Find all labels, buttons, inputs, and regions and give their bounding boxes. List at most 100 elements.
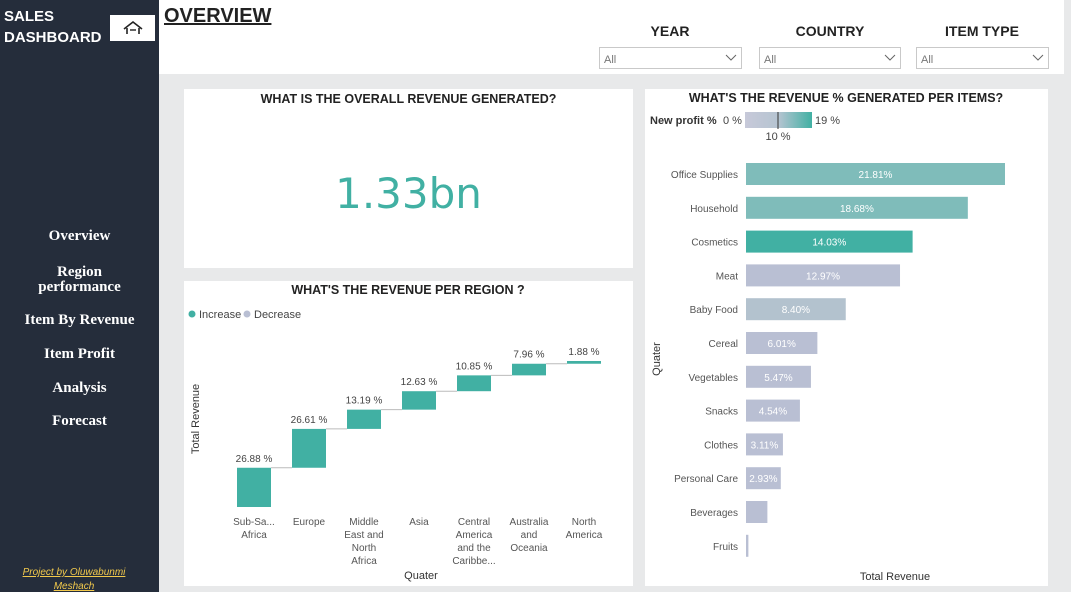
category-label: America xyxy=(566,530,603,541)
brand-line-1: SALES xyxy=(4,8,55,25)
nav-forecast[interactable]: Forecast xyxy=(0,414,159,429)
item-type-dropdown-value: All xyxy=(921,54,934,66)
gradient-legend-max: 19 % xyxy=(815,115,840,127)
category-label: Europe xyxy=(293,517,326,528)
waterfall-bar[interactable] xyxy=(237,467,271,507)
revenue-per-region-chart: WHAT'S THE REVENUE PER REGION ? Increase D… xyxy=(188,283,603,582)
category-label: Oceania xyxy=(510,543,548,554)
category-label: Cosmetics xyxy=(691,238,738,249)
category-label: Personal Care xyxy=(674,474,738,485)
gradient-legend-mid: 10 % xyxy=(765,131,790,143)
legend-swatch-decrease xyxy=(243,310,251,318)
category-label: Household xyxy=(690,204,738,215)
category-label: Office Supplies xyxy=(671,170,738,181)
nav-overview[interactable]: Overview xyxy=(0,229,159,244)
category-label: Sub-Sa... xyxy=(233,517,275,528)
category-label: Clothes xyxy=(704,440,738,451)
data-label: 26.61 % xyxy=(291,415,328,426)
credit-line-2: Meshach xyxy=(53,581,95,592)
data-label: 12.63 % xyxy=(401,377,438,388)
category-label: Africa xyxy=(241,530,267,541)
chart-title: WHAT'S THE REVENUE PER REGION ? xyxy=(291,283,524,297)
project-credit-link[interactable]: Project by Oluwabunmi Meshach xyxy=(14,566,134,592)
data-label: 4.54% xyxy=(759,407,787,418)
category-label: Caribbe... xyxy=(452,556,495,567)
nav-item-by-revenue[interactable]: Item By Revenue xyxy=(0,313,159,328)
nav-item-profit[interactable]: Item Profit xyxy=(0,347,159,362)
dashboard: SALES DASHBOARD Overview Region performa… xyxy=(0,0,1071,592)
data-label: 14.03% xyxy=(812,238,846,249)
overall-revenue-value: 1.33bn xyxy=(335,169,482,218)
category-label: Beverages xyxy=(690,508,738,519)
category-label: America xyxy=(456,530,493,541)
chevron-down-icon xyxy=(1032,54,1044,61)
nav-region-label-2: performance xyxy=(38,279,121,295)
chevron-down-icon xyxy=(884,54,896,61)
x-axis-label: Total Revenue xyxy=(860,571,930,583)
category-label: Africa xyxy=(351,556,377,567)
item-type-filter-label: ITEM TYPE xyxy=(945,23,1019,39)
revenue-per-item-card: WHAT'S THE REVENUE % GENERATED PER ITEMS… xyxy=(645,89,1048,586)
credit-line-1: Project by Oluwabunmi xyxy=(22,567,126,578)
data-label: 5.47% xyxy=(764,373,792,384)
country-dropdown[interactable]: All xyxy=(759,47,901,69)
waterfall-bar[interactable] xyxy=(512,363,546,376)
waterfall-bar[interactable] xyxy=(457,375,491,392)
gradient-legend-min: 0 % xyxy=(723,115,742,127)
item-bar[interactable] xyxy=(746,534,749,557)
data-label: 21.81% xyxy=(859,170,893,181)
category-label: Middle xyxy=(349,517,379,528)
revenue-per-item-chart: WHAT'S THE REVENUE % GENERATED PER ITEMS… xyxy=(650,91,1005,583)
category-label: North xyxy=(352,543,376,554)
legend-label: Increase xyxy=(199,309,241,321)
data-label: 7.96 % xyxy=(513,350,544,361)
waterfall-bar[interactable] xyxy=(292,428,326,468)
nav-analysis[interactable]: Analysis xyxy=(0,381,159,396)
header: OVERVIEW YEAR All COUNTRY All ITEM TYPE … xyxy=(159,0,1064,74)
waterfall-bar[interactable] xyxy=(402,391,436,410)
category-label: Meat xyxy=(716,271,738,282)
sidebar: SALES DASHBOARD Overview Region performa… xyxy=(0,0,159,592)
waterfall-bar[interactable] xyxy=(567,361,601,364)
year-dropdown-value: All xyxy=(604,54,617,66)
category-label: and the xyxy=(457,543,491,554)
country-filter-label: COUNTRY xyxy=(795,23,865,39)
nav-region-performance[interactable]: Region performance xyxy=(0,265,159,295)
item-bar[interactable] xyxy=(746,501,768,523)
nav-region-label-1: Region xyxy=(57,264,102,280)
brand-line-2: DASHBOARD xyxy=(4,29,102,46)
chevron-down-icon xyxy=(725,54,737,61)
category-label: Fruits xyxy=(713,542,738,553)
data-label: 2.93% xyxy=(749,474,777,485)
data-label: 1.88 % xyxy=(568,347,599,358)
page-title: OVERVIEW xyxy=(164,5,272,27)
category-label: Central xyxy=(458,517,490,528)
home-button[interactable] xyxy=(110,15,155,41)
year-dropdown[interactable]: All xyxy=(599,47,742,69)
category-label: Vegetables xyxy=(689,373,739,384)
waterfall-bar[interactable] xyxy=(347,409,381,429)
category-label: Baby Food xyxy=(690,305,738,316)
data-label: 8.40% xyxy=(782,305,810,316)
item-type-dropdown[interactable]: All xyxy=(916,47,1049,69)
revenue-per-region-card: WHAT'S THE REVENUE PER REGION ? Increase D… xyxy=(184,281,633,586)
y-axis-label: Quater xyxy=(651,342,663,376)
category-label: Asia xyxy=(409,517,429,528)
data-label: 26.88 % xyxy=(236,454,273,465)
category-label: North xyxy=(572,517,596,528)
legend-swatch-increase xyxy=(188,310,196,318)
chart-title: WHAT'S THE REVENUE % GENERATED PER ITEMS… xyxy=(689,91,1003,105)
y-axis-label: Total Revenue xyxy=(190,384,202,454)
country-dropdown-value: All xyxy=(764,54,777,66)
data-label: 10.85 % xyxy=(456,361,493,372)
data-label: 18.68% xyxy=(840,204,874,215)
data-label: 3.11% xyxy=(751,440,779,451)
category-label: Australia xyxy=(510,517,549,528)
overall-revenue-title: WHAT IS THE OVERALL REVENUE GENERATED? xyxy=(260,92,557,106)
data-label: 13.19 % xyxy=(346,396,383,407)
legend-label: Decrease xyxy=(254,309,301,321)
category-label: Cereal xyxy=(709,339,738,350)
brand-title: SALES DASHBOARD xyxy=(4,6,102,48)
home-icon xyxy=(123,20,142,34)
data-label: 12.97% xyxy=(806,271,840,282)
